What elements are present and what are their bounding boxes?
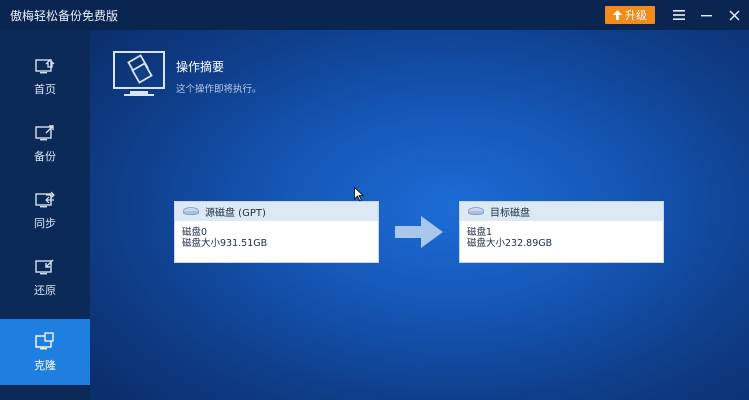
main-panel: 操作摘要 这个操作即将执行。 源磁盘 (GPT) 磁盘0 磁盘大小931.51G… bbox=[90, 30, 749, 400]
source-disk-header: 源磁盘 (GPT) bbox=[175, 202, 378, 221]
summary-title: 操作摘要 bbox=[176, 60, 225, 74]
sidebar: 首页 备份 同步 还原 克隆 bbox=[0, 30, 90, 400]
disk-icon bbox=[468, 206, 484, 215]
sidebar-item-label: 克隆 bbox=[34, 359, 56, 372]
minimize-button[interactable] bbox=[695, 5, 717, 25]
target-disk-card: 目标磁盘 磁盘1 磁盘大小232.89GB bbox=[460, 202, 663, 262]
sidebar-item-home[interactable]: 首页 bbox=[0, 43, 90, 109]
app-window: 傲梅轻松备份免费版 升级 首页 备份 同步 还原 克隆 操作摘要 这个操作即将执… bbox=[0, 0, 749, 400]
right-arrow-icon bbox=[395, 216, 443, 248]
backup-icon bbox=[35, 125, 54, 141]
summary-subtitle: 这个操作即将执行。 bbox=[176, 84, 262, 95]
operation-summary-icon bbox=[113, 51, 165, 96]
sidebar-item-label: 首页 bbox=[34, 83, 56, 96]
minimize-icon bbox=[700, 15, 712, 17]
sidebar-item-sync[interactable]: 同步 bbox=[0, 177, 90, 243]
target-disk-title: 目标磁盘 bbox=[490, 208, 530, 219]
clone-icon bbox=[35, 332, 54, 350]
sidebar-item-label: 备份 bbox=[34, 150, 56, 163]
disk-icon bbox=[183, 206, 199, 215]
menu-icon bbox=[673, 10, 685, 20]
app-title: 傲梅轻松备份免费版 bbox=[10, 9, 119, 23]
mouse-cursor-icon bbox=[354, 187, 364, 202]
upgrade-button[interactable]: 升级 bbox=[605, 6, 655, 24]
sidebar-item-label: 同步 bbox=[34, 217, 56, 230]
sidebar-item-clone[interactable]: 克隆 bbox=[0, 319, 90, 385]
sidebar-item-label: 还原 bbox=[34, 284, 56, 297]
sidebar-item-backup[interactable]: 备份 bbox=[0, 110, 90, 176]
title-bar: 傲梅轻松备份免费版 升级 bbox=[0, 0, 749, 30]
menu-button[interactable] bbox=[668, 5, 690, 25]
target-disk-header: 目标磁盘 bbox=[460, 202, 663, 221]
restore-icon bbox=[35, 259, 54, 275]
close-button[interactable] bbox=[723, 5, 745, 25]
source-disk-card: 源磁盘 (GPT) 磁盘0 磁盘大小931.51GB bbox=[175, 202, 378, 262]
upgrade-label: 升级 bbox=[625, 9, 647, 22]
upgrade-icon bbox=[613, 10, 622, 20]
target-disk-size: 磁盘大小232.89GB bbox=[467, 238, 553, 249]
source-disk-title: 源磁盘 (GPT) bbox=[205, 208, 266, 219]
close-icon bbox=[728, 9, 740, 21]
source-disk-size: 磁盘大小931.51GB bbox=[182, 238, 268, 249]
source-disk-name: 磁盘0 bbox=[182, 227, 208, 238]
target-disk-name: 磁盘1 bbox=[467, 227, 493, 238]
sync-icon bbox=[35, 191, 55, 208]
sidebar-item-restore[interactable]: 还原 bbox=[0, 244, 90, 310]
home-icon bbox=[35, 59, 55, 74]
